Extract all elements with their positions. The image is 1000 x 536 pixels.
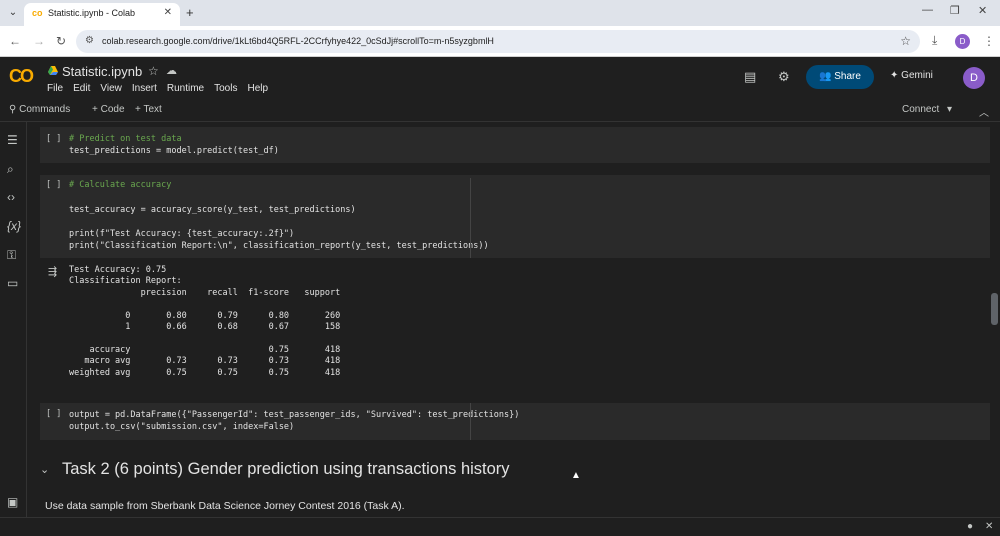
commands-label: Commands bbox=[19, 104, 71, 115]
code-cell[interactable]: [ ] # Calculate accuracy test_accuracy =… bbox=[40, 175, 990, 258]
colab-favicon-icon: co bbox=[32, 8, 43, 18]
tab-title: Statistic.ipynb - Colab bbox=[48, 8, 136, 18]
line-length-ruler bbox=[470, 403, 471, 440]
menu-view[interactable]: View bbox=[100, 83, 122, 94]
menu-runtime[interactable]: Runtime bbox=[167, 83, 204, 94]
window-close-icon[interactable]: ✕ bbox=[978, 4, 987, 17]
menu-tools[interactable]: Tools bbox=[214, 83, 237, 94]
comments-icon[interactable]: ▤ bbox=[744, 69, 756, 85]
files-folder-icon[interactable]: ▭ bbox=[7, 276, 18, 290]
new-tab-button[interactable]: + bbox=[186, 5, 194, 20]
code-line: output = pd.DataFrame({"PassengerId": te… bbox=[69, 410, 520, 420]
gemini-sparkle-icon: ✦ bbox=[890, 70, 902, 81]
cell-code[interactable]: # Predict on test data test_predictions … bbox=[69, 133, 279, 158]
menu-edit[interactable]: Edit bbox=[73, 83, 90, 94]
share-button[interactable]: 👥 Share bbox=[806, 65, 874, 89]
browser-profile-avatar[interactable]: D bbox=[955, 34, 970, 49]
run-cell-button[interactable]: [ ] bbox=[46, 134, 61, 144]
connect-dropdown-icon[interactable]: ▾ bbox=[947, 104, 952, 115]
section-heading: Task 2 (6 points) Gender prediction usin… bbox=[62, 460, 510, 478]
site-info-icon[interactable]: ⚙ bbox=[85, 35, 94, 46]
status-bar: ● ✕ bbox=[0, 517, 1000, 536]
code-snippets-icon[interactable]: ‹› bbox=[7, 190, 15, 204]
forward-icon[interactable]: → bbox=[33, 34, 45, 48]
code-line: # Calculate accuracy bbox=[69, 180, 172, 190]
code-line: # Predict on test data bbox=[69, 134, 182, 144]
find-replace-icon[interactable]: ⌕ bbox=[7, 162, 14, 177]
browser-tab[interactable]: co Statistic.ipynb - Colab ✕ bbox=[24, 3, 180, 26]
notebook-title[interactable]: Statistic.ipynb bbox=[62, 64, 142, 79]
scrollbar-thumb[interactable] bbox=[991, 293, 998, 325]
restore-icon[interactable]: ❐ bbox=[950, 4, 960, 17]
secrets-key-icon[interactable]: ⚿ bbox=[7, 248, 16, 263]
browser-tab-bar: ⌄ co Statistic.ipynb - Colab ✕ + — ❐ ✕ bbox=[0, 0, 1000, 26]
code-cell[interactable]: [ ] output = pd.DataFrame({"PassengerId"… bbox=[40, 403, 990, 440]
code-cell[interactable]: [ ] # Predict on test data test_predicti… bbox=[40, 127, 990, 163]
notebook-toolbar: ⚲ Commands + Code + Text Connect ▾ ︿ bbox=[0, 99, 1000, 122]
collapse-header-icon[interactable]: ︿ bbox=[979, 104, 989, 119]
share-label: Share bbox=[834, 71, 861, 82]
status-dot-icon[interactable]: ● bbox=[967, 521, 973, 532]
table-of-contents-icon[interactable]: ☰ bbox=[7, 133, 18, 147]
menu-bar: File Edit View Insert Runtime Tools Help bbox=[47, 83, 278, 94]
colab-logo[interactable]: CO bbox=[9, 66, 34, 87]
line-length-ruler bbox=[470, 178, 471, 258]
section-text: Use data sample from Sberbank Data Scien… bbox=[45, 500, 405, 512]
tab-close-icon[interactable]: ✕ bbox=[164, 7, 172, 18]
code-line: test_accuracy = accuracy_score(y_test, t… bbox=[69, 204, 356, 215]
back-icon[interactable]: ← bbox=[9, 34, 21, 48]
people-icon: 👥 bbox=[819, 71, 835, 82]
run-cell-button[interactable]: [ ] bbox=[46, 409, 61, 419]
terminal-icon[interactable]: ▣ bbox=[7, 495, 18, 509]
footer-close-icon[interactable]: ✕ bbox=[985, 521, 993, 532]
gemini-button[interactable]: ✦ Gemini bbox=[890, 70, 933, 81]
menu-help[interactable]: Help bbox=[247, 83, 268, 94]
minimize-icon[interactable]: — bbox=[922, 4, 933, 16]
code-line: print("Classification Report:\n", classi… bbox=[69, 241, 489, 252]
cell-code[interactable]: output = pd.DataFrame({"PassengerId": te… bbox=[69, 409, 519, 434]
url-field[interactable]: ⚙ colab.research.google.com/drive/1kLt6b… bbox=[76, 30, 920, 53]
cell-output: Test Accuracy: 0.75 Classification Repor… bbox=[69, 265, 341, 378]
add-text-button[interactable]: + Text bbox=[135, 104, 162, 115]
user-avatar[interactable]: D bbox=[963, 67, 985, 89]
code-line: output.to_csv("submission.csv", index=Fa… bbox=[69, 422, 295, 433]
code-line: test_predictions = model.predict(test_df… bbox=[69, 146, 279, 157]
connect-button[interactable]: Connect bbox=[902, 104, 939, 115]
colab-header: CO Statistic.ipynb ☆ ☁ File Edit View In… bbox=[0, 57, 1000, 99]
star-notebook-icon[interactable]: ☆ bbox=[148, 64, 159, 78]
cloud-save-icon[interactable]: ☁ bbox=[166, 64, 177, 77]
code-line: print(f"Test Accuracy: {test_accuracy:.2… bbox=[69, 229, 295, 240]
section-collapse-chevron-icon[interactable]: ⌄ bbox=[40, 463, 49, 476]
settings-gear-icon[interactable]: ⚙ bbox=[778, 69, 790, 85]
commands-button[interactable]: ⚲ Commands bbox=[9, 104, 70, 115]
browser-menu-icon[interactable]: ⋮ bbox=[983, 34, 995, 48]
google-drive-icon bbox=[48, 66, 58, 75]
left-sidebar: ☰ ⌕ ‹› {x} ⚿ ▭ ▣ bbox=[0, 122, 27, 536]
bookmark-star-icon[interactable]: ☆ bbox=[900, 34, 911, 48]
gemini-label: Gemini bbox=[901, 70, 933, 81]
address-bar-row: ← → ↻ ⚙ colab.research.google.com/drive/… bbox=[0, 26, 1000, 57]
notebook-area: [ ] # Predict on test data test_predicti… bbox=[28, 122, 990, 517]
reload-icon[interactable]: ↻ bbox=[56, 34, 66, 48]
tab-search-icon[interactable]: ⌄ bbox=[5, 5, 21, 21]
variables-icon[interactable]: {x} bbox=[7, 219, 21, 233]
search-icon: ⚲ bbox=[9, 104, 20, 115]
cell-code[interactable]: # Calculate accuracy test_accuracy = acc… bbox=[69, 179, 489, 253]
menu-insert[interactable]: Insert bbox=[132, 83, 157, 94]
run-cell-button[interactable]: [ ] bbox=[46, 180, 61, 190]
menu-file[interactable]: File bbox=[47, 83, 63, 94]
download-icon[interactable]: ⤓ bbox=[932, 33, 937, 48]
mouse-cursor-icon: ▲ bbox=[571, 470, 581, 481]
url-text: colab.research.google.com/drive/1kLt6bd4… bbox=[102, 36, 494, 46]
output-toggle-icon[interactable]: ⇶ bbox=[48, 265, 57, 278]
add-code-button[interactable]: + Code bbox=[92, 104, 125, 115]
